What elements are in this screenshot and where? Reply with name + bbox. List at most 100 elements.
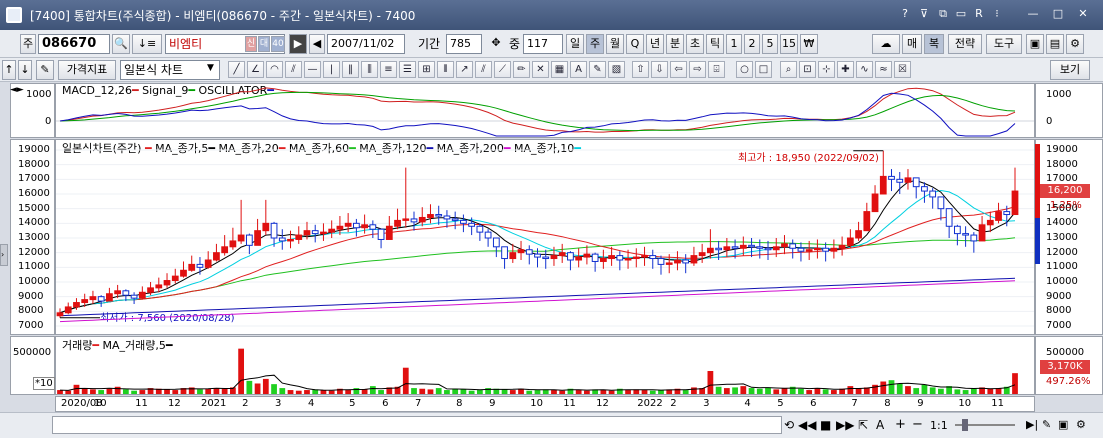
bars-tool-icon[interactable]: ⫴ <box>437 61 454 78</box>
fibo-fan-icon[interactable]: ☰ <box>399 61 416 78</box>
zoom-area-icon[interactable]: ⊡ <box>799 61 816 78</box>
prev-stock-button[interactable]: ◀ <box>309 34 325 54</box>
gann-icon[interactable]: ⊞ <box>418 61 435 78</box>
panel-collapse-icon[interactable]: ◄► <box>10 85 24 95</box>
arrow-down-icon[interactable]: ⇩ <box>651 61 668 78</box>
screen-icon[interactable]: ▭ <box>953 6 969 22</box>
interval-week[interactable]: 주 <box>586 34 604 54</box>
next-stock-button[interactable]: ▶ <box>289 34 307 54</box>
down-arrow-icon[interactable]: ↓ <box>18 60 32 80</box>
help-icon[interactable]: ? <box>897 6 913 22</box>
code-list-button[interactable]: ↓≡ <box>132 34 162 54</box>
price-legend-ma10: MA_종가,10 <box>513 142 575 155</box>
stop-icon[interactable]: ■ <box>820 418 831 432</box>
arrow-left-icon[interactable]: ⇦ <box>670 61 687 78</box>
strategy-button[interactable]: 전략 <box>948 34 982 54</box>
doc-icon[interactable]: ⌹ <box>708 61 725 78</box>
minimize-icon[interactable]: — <box>1025 6 1041 22</box>
settings-icon[interactable]: ⁝ <box>989 6 1005 22</box>
scroll-end-icon[interactable]: ▶| <box>1026 418 1038 431</box>
zoom-out-icon[interactable]: − <box>912 417 923 432</box>
doc-edit-icon[interactable]: ✎ <box>1042 418 1051 431</box>
move-icon[interactable]: ✥ <box>486 34 506 54</box>
zoom-slider-handle[interactable] <box>962 419 968 431</box>
trend-tool-icon[interactable]: ↗ <box>456 61 473 78</box>
text-tool-icon[interactable]: A <box>570 61 587 78</box>
interval-15[interactable]: 15 <box>780 34 798 54</box>
wave-multi-icon[interactable]: ≈ <box>875 61 892 78</box>
select-icon[interactable]: ⊹ <box>818 61 835 78</box>
cycle-tool-icon[interactable]: ‖ <box>342 61 359 78</box>
multi-button[interactable]: 복 <box>924 34 944 54</box>
andrew-tool-icon[interactable]: ⟋ <box>494 61 511 78</box>
vline-tool-icon[interactable]: | <box>323 61 340 78</box>
text-size-icon[interactable]: A <box>876 418 884 432</box>
period-input[interactable]: 785 <box>446 34 482 54</box>
interval-1[interactable]: 1 <box>726 34 742 54</box>
tools-button[interactable]: 도구 <box>986 34 1022 54</box>
interval-tick[interactable]: 틱 <box>706 34 724 54</box>
edit-icon[interactable]: ✎ <box>36 60 54 80</box>
interval-day[interactable]: 일 <box>566 34 584 54</box>
settings-bottom-icon[interactable]: ⚙ <box>1076 418 1086 431</box>
arrange-icon[interactable]: ⇱ <box>858 418 868 432</box>
interval-2[interactable]: 2 <box>744 34 760 54</box>
left-panel-toggle[interactable]: › <box>0 244 8 266</box>
view-button[interactable]: 보기 <box>1050 60 1090 80</box>
up-arrow-icon[interactable]: ↑ <box>2 60 16 80</box>
fibo-tool-icon[interactable]: ≡ <box>380 61 397 78</box>
chevron-down-icon[interactable]: ▼ <box>207 63 214 73</box>
interval-year[interactable]: 년 <box>646 34 664 54</box>
record-icon[interactable]: R <box>971 6 987 22</box>
interval-quarter[interactable]: Q <box>626 34 644 54</box>
note-icon[interactable]: ✎ <box>589 61 606 78</box>
palette-icon[interactable]: ▦ <box>551 61 568 78</box>
interval-5[interactable]: 5 <box>762 34 778 54</box>
grid-tool-icon[interactable]: ⫼ <box>361 61 378 78</box>
marker-icon[interactable]: ✕ <box>532 61 549 78</box>
print-icon[interactable]: ▤ <box>1046 34 1064 54</box>
mid-input[interactable]: 117 <box>523 34 563 54</box>
crosshair-icon[interactable]: ✚ <box>837 61 854 78</box>
snapshot-icon[interactable]: ▣ <box>1058 418 1068 431</box>
interval-minute[interactable]: 분 <box>666 34 684 54</box>
cloud-icon[interactable]: ☁ <box>872 34 900 54</box>
pin-icon[interactable]: ⊽ <box>916 6 932 22</box>
close-icon[interactable]: ✕ <box>1075 6 1091 22</box>
delete-drawing-icon[interactable]: ☒ <box>894 61 911 78</box>
circle-tool-icon[interactable]: ○ <box>736 61 753 78</box>
interval-second[interactable]: 초 <box>686 34 704 54</box>
horizontal-scrollbar[interactable] <box>52 416 782 434</box>
price-indicator-button[interactable]: 가격지표 <box>58 60 116 80</box>
market-select-button[interactable]: 주 <box>20 34 36 54</box>
chart-type-select[interactable]: 일본식 차트 <box>120 60 220 80</box>
rect-tool-icon[interactable]: □ <box>755 61 772 78</box>
interval-month[interactable]: 월 <box>606 34 624 54</box>
code-input[interactable]: 086670 <box>38 34 110 54</box>
gear-icon[interactable]: ⚙ <box>1066 34 1084 54</box>
currency-button[interactable]: ₩ <box>800 34 818 54</box>
parallel-tool-icon[interactable]: ⫽ <box>475 61 492 78</box>
wave-icon[interactable]: ∿ <box>856 61 873 78</box>
link-icon[interactable]: ⧉ <box>935 6 951 22</box>
reset-icon[interactable]: ⟲ <box>784 418 794 432</box>
maximize-icon[interactable]: □ <box>1050 6 1066 22</box>
price-tick-right: 9000 <box>1046 290 1072 302</box>
save-icon[interactable]: ▣ <box>1026 34 1044 54</box>
zoom-in-icon[interactable]: + <box>895 417 906 432</box>
hline-tool-icon[interactable]: — <box>304 61 321 78</box>
arc-tool-icon[interactable]: ◠ <box>266 61 283 78</box>
rewind-icon[interactable]: ◀◀ <box>798 418 816 432</box>
forward-icon[interactable]: ▶▶ <box>836 418 854 432</box>
pencil-icon[interactable]: ✏ <box>513 61 530 78</box>
channel-tool-icon[interactable]: ⫽ <box>285 61 302 78</box>
image-icon[interactable]: ▧ <box>608 61 625 78</box>
arrow-right-icon[interactable]: ⇨ <box>689 61 706 78</box>
arrow-up-icon[interactable]: ⇧ <box>632 61 649 78</box>
trade-button[interactable]: 매 <box>902 34 922 54</box>
line-tool-icon[interactable]: ╱ <box>228 61 245 78</box>
zoom-icon[interactable]: ⌕ <box>780 61 797 78</box>
angle-tool-icon[interactable]: ∠ <box>247 61 264 78</box>
date-input[interactable]: 2007/11/02 <box>327 34 405 54</box>
search-icon[interactable]: 🔍 <box>112 34 130 54</box>
